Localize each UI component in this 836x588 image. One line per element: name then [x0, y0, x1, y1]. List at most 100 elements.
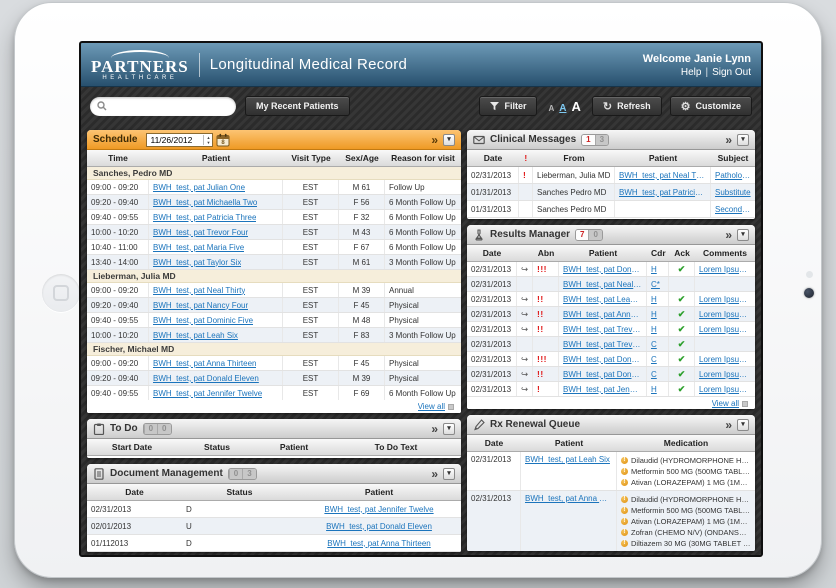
- view-all-link[interactable]: View all: [712, 399, 739, 408]
- patient-link[interactable]: BWH_test, pat Anna Thirteen: [153, 359, 256, 368]
- forward-icon[interactable]: ↪: [517, 262, 533, 276]
- comments-link[interactable]: Lorem Ipsum is sly L...: [699, 355, 751, 364]
- forward-icon[interactable]: [517, 337, 533, 351]
- patient-link[interactable]: BWH_test, pat Anna Thi...: [525, 494, 612, 503]
- ack-check-icon[interactable]: ✔: [669, 322, 695, 336]
- panel-collapse-button[interactable]: [737, 419, 749, 431]
- ack-check-icon[interactable]: [669, 277, 695, 291]
- comments-link[interactable]: Lorem Ipsum is sly L...: [699, 370, 751, 379]
- patient-link[interactable]: BWH_test, pat Neal Thirty: [153, 286, 245, 295]
- forward-icon[interactable]: [517, 277, 533, 291]
- patient-link[interactable]: BWH_test, pat Patricia Three: [619, 188, 706, 197]
- patient-link[interactable]: BWH_test, pat Jennifer Twelve: [324, 505, 433, 514]
- cdr-link[interactable]: C*: [651, 280, 660, 289]
- panel-collapse-button[interactable]: [737, 134, 749, 146]
- panel-expand-icon[interactable]: [431, 424, 438, 434]
- font-size-small-button[interactable]: A: [548, 104, 554, 113]
- patient-link[interactable]: BWH_test, pat Jennifer ...: [563, 385, 642, 394]
- patient-link[interactable]: BWH_test, pat Donald Ele...: [563, 370, 642, 379]
- panel-collapse-button[interactable]: [737, 229, 749, 241]
- forward-icon[interactable]: ↪: [517, 352, 533, 366]
- medication-item[interactable]: Zofran (CHEMO N/V) (ONDANSETRON HC...: [621, 527, 751, 537]
- comments-link[interactable]: Lorem Ipsum is sly L...: [699, 385, 751, 394]
- patient-link[interactable]: BWH_test, pat Neal Thirty: [619, 171, 706, 180]
- forward-icon[interactable]: ↪: [517, 307, 533, 321]
- font-size-large-button[interactable]: A: [571, 99, 580, 114]
- medication-item[interactable]: Ativan (LORAZEPAM) 1 MG (1MG TABLET T...: [621, 516, 751, 526]
- sign-out-link[interactable]: Sign Out: [712, 67, 751, 78]
- patient-link[interactable]: BWH_test, pat Leah Six: [153, 331, 238, 340]
- cdr-link[interactable]: C: [651, 340, 657, 349]
- subject-link[interactable]: Pathology report: [715, 171, 751, 180]
- search-input[interactable]: [111, 101, 221, 111]
- comments-link[interactable]: Lorem Ipsum is sly L...: [699, 265, 751, 274]
- patient-link[interactable]: BWH_test, pat Anna Thir...: [563, 310, 642, 319]
- cdr-link[interactable]: H: [651, 265, 657, 274]
- my-recent-patients-button[interactable]: My Recent Patients: [245, 96, 350, 116]
- comments-link[interactable]: Lorem Ipsum is sly L...: [699, 310, 751, 319]
- patient-link[interactable]: BWH_test, pat Maria Five: [153, 243, 244, 252]
- subject-link[interactable]: Substitute: [715, 188, 751, 197]
- font-size-medium-button[interactable]: A: [559, 103, 566, 114]
- medication-item[interactable]: Dilaudid (HYDROMORPHONE HCL) 2 MG...: [621, 494, 751, 504]
- patient-link[interactable]: BWH_test, pat Trevor Four: [563, 325, 642, 334]
- patient-link[interactable]: BWH_test, pat Donald Eleven: [326, 522, 432, 531]
- date-spinner[interactable]: ▲▼: [203, 135, 212, 145]
- patient-link[interactable]: BWH_test, pat Trevor Four: [153, 228, 248, 237]
- panel-collapse-button[interactable]: [443, 468, 455, 480]
- help-link[interactable]: Help: [681, 67, 702, 78]
- panel-expand-icon[interactable]: [431, 469, 438, 479]
- patient-link[interactable]: BWH_test, pat Leah Six: [563, 295, 642, 304]
- patient-link[interactable]: BWH_test, pat Taylor Six: [153, 258, 241, 267]
- patient-link[interactable]: BWH_test, pat Nancy Four: [153, 301, 248, 310]
- medication-item[interactable]: Dilaudid (HYDROMORPHONE HCL) 2 MG (...: [621, 455, 751, 465]
- view-all-link[interactable]: View all: [418, 402, 445, 411]
- patient-link[interactable]: BWH_test, pat Donald Eleven: [153, 374, 259, 383]
- schedule-date-input[interactable]: [147, 135, 203, 145]
- forward-icon[interactable]: ↪: [517, 367, 533, 381]
- filter-button[interactable]: Filter: [479, 96, 537, 116]
- patient-link[interactable]: BWH_test, pat Anna Thirteen: [327, 539, 430, 548]
- cdr-link[interactable]: H: [651, 310, 657, 319]
- ack-check-icon[interactable]: ✔: [669, 382, 695, 396]
- patient-link[interactable]: BWH_test, pat Donald E...: [563, 265, 642, 274]
- cdr-link[interactable]: H: [651, 385, 657, 394]
- ack-check-icon[interactable]: ✔: [669, 292, 695, 306]
- cdr-link[interactable]: H: [651, 295, 657, 304]
- panel-expand-icon[interactable]: [431, 135, 438, 145]
- patient-link[interactable]: BWH_test, pat Jennifer Twelve: [153, 389, 262, 398]
- cdr-link[interactable]: H: [651, 325, 657, 334]
- subject-link[interactable]: Second Opinion: [715, 205, 751, 214]
- customize-button[interactable]: Customize: [670, 96, 752, 116]
- home-button[interactable]: [42, 274, 80, 312]
- medication-item[interactable]: Ativan (LORAZEPAM) 1 MG (1MG TABLET T...: [621, 477, 751, 487]
- patient-link[interactable]: BWH_test, pat Donald El...: [563, 355, 642, 364]
- panel-collapse-button[interactable]: [443, 423, 455, 435]
- panel-expand-icon[interactable]: [725, 230, 732, 240]
- patient-link[interactable]: BWH_test, pat Patricia Three: [153, 213, 256, 222]
- patient-link[interactable]: BWH_test, pat Neal Thirty: [563, 280, 642, 289]
- patient-link[interactable]: BWH_test, pat Leah Six: [525, 455, 610, 464]
- forward-icon[interactable]: ↪: [517, 292, 533, 306]
- medication-item[interactable]: Metformin 500 MG (500MG TABLET Take 1...: [621, 505, 751, 515]
- ack-check-icon[interactable]: ✔: [669, 352, 695, 366]
- search-box[interactable]: [90, 97, 236, 116]
- forward-icon[interactable]: ↪: [517, 322, 533, 336]
- cdr-link[interactable]: C: [651, 355, 657, 364]
- comments-link[interactable]: Lorem Ipsum is sly L...: [699, 325, 751, 334]
- patient-link[interactable]: BWH_test, pat Michaella Two: [153, 198, 257, 207]
- patient-link[interactable]: BWH_test, pat Trevor Four: [563, 340, 642, 349]
- panel-expand-icon[interactable]: [725, 420, 732, 430]
- panel-expand-icon[interactable]: [725, 135, 732, 145]
- cdr-link[interactable]: C: [651, 370, 657, 379]
- ack-check-icon[interactable]: ✔: [669, 367, 695, 381]
- patient-link[interactable]: BWH_test, pat Dominic Five: [153, 316, 253, 325]
- ack-check-icon[interactable]: ✔: [669, 307, 695, 321]
- comments-link[interactable]: Lorem Ipsum is sly L...: [699, 295, 751, 304]
- calendar-icon[interactable]: 8: [216, 133, 230, 147]
- medication-item[interactable]: Metformin 500 MG (500MG TABLET Take 1): [621, 466, 751, 476]
- patient-link[interactable]: BWH_test, pat Julian One: [153, 183, 245, 192]
- medication-item[interactable]: Diltiazem 30 MG (30MG TABLET Take 1) P(.…: [621, 538, 751, 548]
- refresh-button[interactable]: Refresh: [592, 96, 662, 116]
- ack-check-icon[interactable]: ✔: [669, 337, 695, 351]
